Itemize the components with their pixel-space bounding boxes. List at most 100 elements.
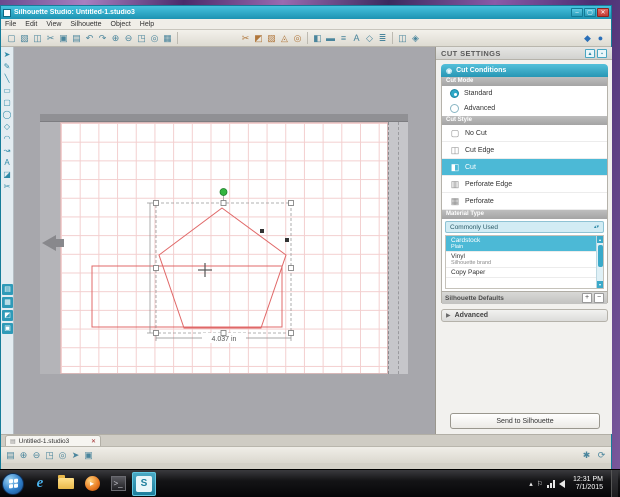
store-icon[interactable]: ● [594, 32, 607, 45]
text-style-icon[interactable]: A [350, 32, 363, 45]
drag-zoom-icon[interactable]: ◳ [135, 32, 148, 45]
material-scrollbar[interactable]: ▴ ▾ [596, 236, 603, 288]
network-icon[interactable] [547, 479, 556, 488]
tab-close-icon[interactable]: ✕ [91, 438, 96, 445]
radio-advanced[interactable]: Advanced [442, 101, 607, 116]
show-desktop-button[interactable] [611, 469, 618, 497]
material-vinyl[interactable]: Vinyl Silhouette brand [446, 252, 596, 268]
rotate-handle[interactable] [219, 188, 228, 196]
title-bar[interactable]: Silhouette Studio: Untitled-1.studio3 – … [1, 6, 611, 19]
add-material-button[interactable]: + [582, 293, 592, 303]
offset-icon[interactable]: ◎ [291, 32, 304, 45]
menu-edit[interactable]: Edit [25, 21, 37, 28]
page-view-icon[interactable]: ▤ [4, 449, 17, 462]
menu-object[interactable]: Object [111, 21, 131, 28]
align-icon[interactable]: ≣ [376, 32, 389, 45]
start-button[interactable] [2, 472, 24, 495]
material-copy-paper[interactable]: Copy Paper [446, 268, 596, 278]
taskbar-media-player[interactable]: ▸ [80, 472, 104, 496]
taskbar-internet-explorer[interactable]: e [28, 472, 52, 496]
cut-style-cut[interactable]: ◧ Cut [442, 159, 607, 176]
menu-view[interactable]: View [46, 21, 61, 28]
scroll-down-icon[interactable]: ▾ [597, 281, 603, 288]
material-filter-dropdown[interactable]: Commonly Used ▴▾ [445, 221, 604, 233]
move-handle[interactable] [198, 263, 212, 277]
line-style-icon[interactable]: ≡ [337, 32, 350, 45]
selection-box[interactable] [155, 202, 292, 334]
page-settings-tool[interactable]: ▤ [2, 284, 13, 295]
panel-pin-icon[interactable]: ▪ [597, 48, 607, 58]
zoom-in-icon[interactable]: ⊕ [17, 449, 30, 462]
zoom-in-icon[interactable]: ⊕ [109, 32, 122, 45]
grid-settings-tool[interactable]: ▦ [2, 297, 13, 308]
scroll-up-icon[interactable]: ▴ [597, 236, 603, 243]
zoom-out-icon[interactable]: ⊖ [30, 449, 43, 462]
edit-points-tool[interactable]: ✎ [2, 61, 13, 73]
taskbar-console-app[interactable]: >_ [106, 472, 130, 496]
cut-style-no-cut[interactable]: ▢ No Cut [442, 125, 607, 142]
registration-marks-icon[interactable]: ◩ [252, 32, 265, 45]
material-cardstock[interactable]: Cardstock Plain [446, 236, 596, 252]
redo-icon[interactable]: ↷ [96, 32, 109, 45]
rectangle-shape[interactable] [91, 265, 283, 328]
send-to-silhouette-icon[interactable]: ✂ [239, 32, 252, 45]
menu-silhouette[interactable]: Silhouette [70, 21, 101, 28]
save-icon[interactable]: ◫ [31, 32, 44, 45]
taskbar-clock[interactable]: 12:31 PM 7/1/2015 [569, 476, 607, 492]
paste-icon[interactable]: ▤ [70, 32, 83, 45]
library-icon[interactable]: ◆ [581, 32, 594, 45]
select-tool[interactable]: ➤ [2, 49, 13, 61]
radio-standard[interactable]: Standard [442, 86, 607, 101]
refresh-icon[interactable]: ⟳ [595, 449, 608, 462]
settings-gear-icon[interactable]: ✱ [580, 449, 593, 462]
panel-collapse-icon[interactable]: ▲ [585, 48, 595, 58]
action-center-flag-icon[interactable]: ⚐ [537, 480, 543, 488]
fit-page-icon[interactable]: ▦ [161, 32, 174, 45]
trace-icon[interactable]: ◬ [278, 32, 291, 45]
taskbar-file-explorer[interactable] [54, 472, 78, 496]
replicate-icon[interactable]: ◫ [396, 32, 409, 45]
taskbar-silhouette-studio[interactable]: S [132, 471, 156, 496]
line-color-icon[interactable]: ▬ [324, 32, 337, 45]
selection-handles[interactable] [153, 200, 294, 336]
open-icon[interactable]: ▧ [18, 32, 31, 45]
modify-icon[interactable]: ◈ [409, 32, 422, 45]
pan-icon[interactable]: ◎ [56, 449, 69, 462]
remove-material-button[interactable]: − [594, 293, 604, 303]
send-to-silhouette-button[interactable]: Send to Silhouette [450, 413, 600, 429]
rounded-rectangle-tool[interactable]: ▢ [2, 97, 13, 109]
drag-zoom-icon[interactable]: ◳ [43, 449, 56, 462]
polygon-tool[interactable]: ◇ [2, 121, 13, 133]
close-button[interactable]: ✕ [597, 8, 609, 17]
design-canvas[interactable]: 4.037 in [14, 47, 435, 434]
freehand-tool[interactable]: ↝ [2, 145, 13, 157]
line-tool[interactable]: ╲ [2, 73, 13, 85]
pixscan-icon[interactable]: ▨ [265, 32, 278, 45]
select-view-icon[interactable]: ➤ [69, 449, 82, 462]
cut-icon[interactable]: ✂ [44, 32, 57, 45]
fill-color-icon[interactable]: ◧ [311, 32, 324, 45]
scroll-thumb[interactable] [598, 245, 603, 267]
point-handle[interactable] [285, 238, 289, 242]
undo-icon[interactable]: ↶ [83, 32, 96, 45]
eraser-tool[interactable]: ◪ [2, 169, 13, 181]
cut-style-cut-edge[interactable]: ◫ Cut Edge [442, 142, 607, 159]
pan-icon[interactable]: ◎ [148, 32, 161, 45]
maximize-button[interactable]: ▢ [584, 8, 596, 17]
registration-marks-tool[interactable]: ◩ [2, 310, 13, 321]
minimize-button[interactable]: – [571, 8, 583, 17]
menu-file[interactable]: File [5, 21, 16, 28]
zoom-out-icon[interactable]: ⊖ [122, 32, 135, 45]
hidden-icons-chevron[interactable]: ▴ [529, 480, 533, 488]
ellipse-tool[interactable]: ◯ [2, 109, 13, 121]
new-document-icon[interactable]: ▢ [5, 32, 18, 45]
advanced-section[interactable]: ▶ Advanced [441, 309, 608, 322]
curve-tool[interactable]: ◠ [2, 133, 13, 145]
pentagon-shape[interactable] [158, 207, 287, 329]
volume-icon[interactable] [559, 479, 566, 488]
cut-style-perforate[interactable]: ▦ Perforate [442, 193, 607, 210]
point-handle[interactable] [260, 229, 264, 233]
library-tool[interactable]: ▣ [2, 323, 13, 334]
rectangle-tool[interactable]: ▭ [2, 85, 13, 97]
cut-style-perforate-edge[interactable]: ▥ Perforate Edge [442, 176, 607, 193]
